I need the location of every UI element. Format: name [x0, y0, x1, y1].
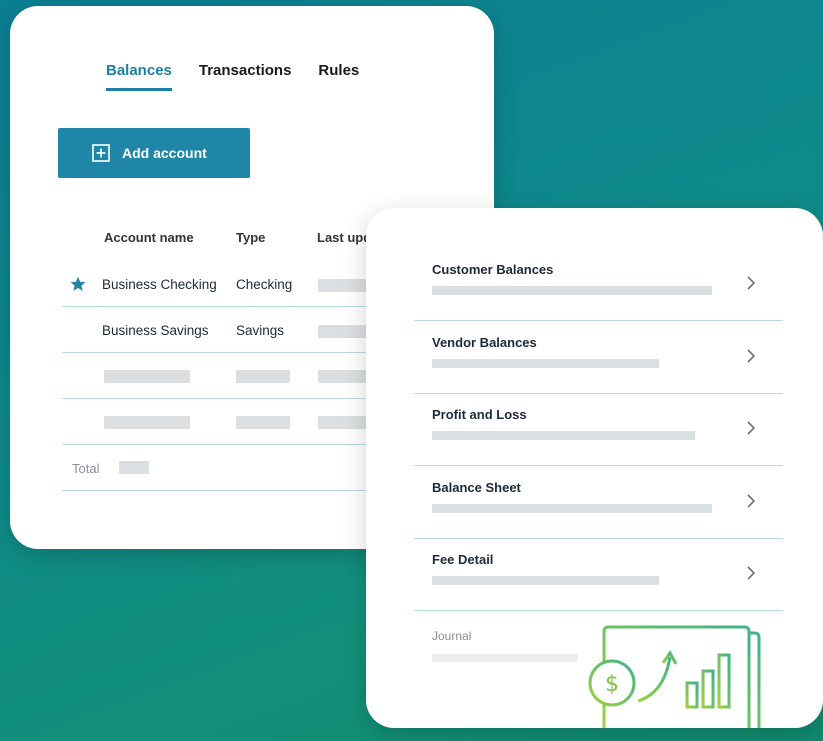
- placeholder-bar: [432, 576, 659, 585]
- column-header-account-name[interactable]: Account name: [104, 230, 194, 245]
- tab-bar: Balances Transactions Rules: [106, 62, 386, 91]
- list-divider: [414, 320, 783, 321]
- placeholder-bar: [432, 359, 659, 368]
- account-name-cell[interactable]: Business Savings: [102, 323, 209, 338]
- placeholder-bar: [318, 416, 366, 429]
- report-item-customer-balances[interactable]: Customer Balances: [414, 250, 783, 322]
- report-title: Fee Detail: [432, 552, 494, 567]
- placeholder-bar: [104, 370, 190, 383]
- add-account-button[interactable]: Add account: [58, 128, 250, 178]
- placeholder-bar: [318, 325, 366, 338]
- report-item-vendor-balances[interactable]: Vendor Balances: [414, 323, 783, 395]
- total-placeholder: [119, 461, 149, 474]
- dollar-growth-chart-icon: $: [588, 625, 761, 728]
- report-item-fee-detail[interactable]: Fee Detail: [414, 540, 783, 612]
- list-divider: [414, 465, 783, 466]
- star-icon[interactable]: [70, 276, 86, 292]
- account-name-cell[interactable]: Business Checking: [102, 277, 217, 292]
- list-divider: [414, 610, 783, 611]
- placeholder-bar: [318, 370, 366, 383]
- list-divider: [414, 538, 783, 539]
- add-account-label: Add account: [122, 145, 207, 161]
- placeholder-bar: [236, 416, 290, 429]
- report-item-profit-and-loss[interactable]: Profit and Loss: [414, 395, 783, 467]
- placeholder-bar: [432, 654, 578, 662]
- report-title: Profit and Loss: [432, 407, 527, 422]
- chevron-right-icon: [747, 421, 756, 435]
- account-type-cell: Savings: [236, 323, 285, 338]
- placeholder-bar: [432, 504, 712, 513]
- tab-rules[interactable]: Rules: [318, 62, 359, 91]
- placeholder-bar: [318, 279, 366, 292]
- account-type-cell: Checking: [236, 277, 293, 292]
- column-header-last-updated[interactable]: Last upd: [317, 230, 371, 245]
- placeholder-bar: [236, 370, 290, 383]
- report-title: Vendor Balances: [432, 335, 537, 350]
- tab-transactions[interactable]: Transactions: [199, 62, 292, 91]
- svg-text:$: $: [605, 672, 619, 697]
- report-title: Balance Sheet: [432, 480, 521, 495]
- placeholder-bar: [432, 286, 712, 295]
- list-divider: [414, 393, 783, 394]
- chevron-right-icon: [747, 349, 756, 363]
- placeholder-bar: [104, 416, 190, 429]
- chevron-right-icon: [747, 494, 756, 508]
- placeholder-bar: [432, 431, 695, 440]
- reports-card: Customer Balances Vendor Balances Profit…: [366, 208, 823, 728]
- chevron-right-icon: [747, 566, 756, 580]
- plus-square-icon: [92, 144, 110, 162]
- column-header-type[interactable]: Type: [236, 230, 265, 245]
- chevron-right-icon: [747, 276, 756, 290]
- tab-balances[interactable]: Balances: [106, 62, 172, 91]
- report-item-balance-sheet[interactable]: Balance Sheet: [414, 468, 783, 540]
- report-item-journal[interactable]: Journal: [432, 629, 471, 643]
- report-title: Customer Balances: [432, 262, 554, 277]
- total-label: Total: [72, 461, 100, 476]
